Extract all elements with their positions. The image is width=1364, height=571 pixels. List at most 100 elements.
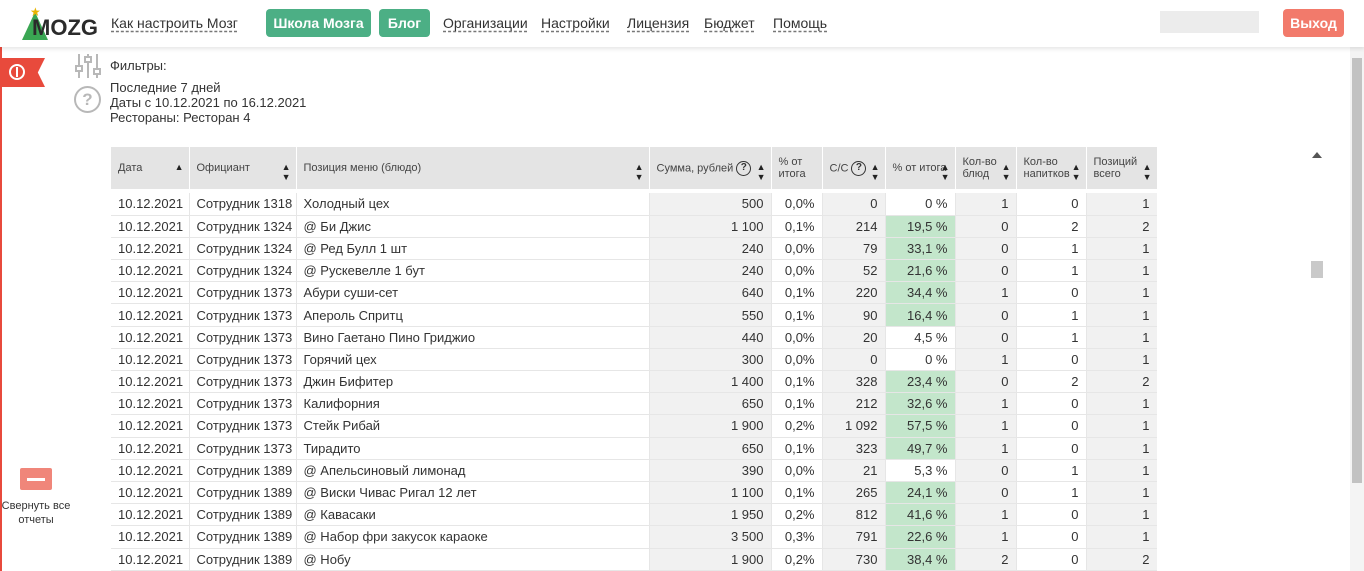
cell-dishes: 1	[955, 525, 1017, 549]
blog-button[interactable]: Блог	[379, 9, 430, 37]
cell-waiter: Сотрудник 1389	[189, 525, 297, 549]
table-row[interactable]: 10.12.2021 Сотрудник 1318 Холодный цех 500 0…	[111, 193, 1157, 216]
col-pct-total-header[interactable]: % от итога	[771, 147, 823, 189]
how-to-setup-link[interactable]: Как настроить Мозг	[111, 15, 238, 31]
cell-waiter: Сотрудник 1324	[189, 259, 297, 283]
cell-cost: 265	[822, 481, 886, 505]
cell-sum: 1 900	[649, 548, 772, 571]
cell-waiter: Сотрудник 1318	[189, 193, 297, 216]
filter-restaurants-value: Ресторан 4	[183, 110, 251, 125]
filter-period-value: Последние 7 дней	[110, 80, 221, 95]
table-row[interactable]: 10.12.2021 Сотрудник 1373 Абури суши-сет 64…	[111, 281, 1157, 305]
table-row[interactable]: 10.12.2021 Сотрудник 1389 @ Виски Чивас Ри…	[111, 481, 1157, 505]
col-positions-header[interactable]: Позиций всего ▲ ▼	[1086, 147, 1157, 189]
cell-waiter: Сотрудник 1373	[189, 348, 297, 372]
cell-sum: 240	[649, 237, 772, 261]
cell-date: 10.12.2021	[111, 525, 190, 549]
cell-pct-cost: 57,5 %	[885, 414, 956, 438]
col-sum-header[interactable]: Сумма, рублей? ▲ ▼	[649, 147, 772, 189]
table-row[interactable]: 10.12.2021 Сотрудник 1324 @ Рускевелле 1 б…	[111, 259, 1157, 283]
help-icon[interactable]: ?	[736, 160, 752, 176]
cell-sum: 500	[649, 193, 772, 216]
col-cost-header[interactable]: С/С? ▲ ▼	[822, 147, 886, 189]
cell-pct-total: 0,3%	[771, 525, 823, 549]
cell-pct-total: 0,0%	[771, 193, 823, 216]
col-item-header[interactable]: Позиция меню (блюдо) ▲ ▼	[296, 147, 650, 189]
cell-sum: 300	[649, 348, 772, 372]
report-table-container[interactable]: Дата ▲ Официант ▲ ▼ Позиция меню (блюдо) ▲ ▼ …	[111, 147, 1157, 571]
filter-sliders-icon[interactable]	[74, 52, 102, 80]
cell-pct-cost: 22,6 %	[885, 525, 956, 549]
help-icon[interactable]: ?	[851, 160, 867, 176]
nav-settings[interactable]: Настройки	[541, 15, 610, 31]
cell-cost: 212	[822, 392, 886, 416]
col-dishes-header[interactable]: Кол-во блюд ▲ ▼	[955, 147, 1017, 189]
cell-cost: 20	[822, 326, 886, 349]
table-scroll-thumb[interactable]	[1311, 261, 1323, 278]
table-row[interactable]: 10.12.2021 Сотрудник 1389 @ Набор фри заку…	[111, 525, 1157, 549]
cell-cost: 791	[822, 525, 886, 549]
table-row[interactable]: 10.12.2021 Сотрудник 1389 @ Нобу 1 900 0,2% 7…	[111, 548, 1157, 571]
col-date-label: Дата	[118, 162, 143, 174]
sort-icon: ▲ ▼	[940, 162, 950, 182]
sort-icon: ▲ ▼	[634, 162, 644, 182]
cell-waiter: Сотрудник 1389	[189, 548, 297, 571]
table-row[interactable]: 10.12.2021 Сотрудник 1324 @ Ред Булл 1 шт 2…	[111, 237, 1157, 261]
table-row[interactable]: 10.12.2021 Сотрудник 1373 Горячий цех 300 0,…	[111, 348, 1157, 372]
cell-sum: 650	[649, 437, 772, 460]
cell-drinks: 0	[1016, 348, 1087, 372]
col-date-header[interactable]: Дата ▲	[111, 147, 190, 189]
mozg-logo[interactable]: ★ MOZG	[18, 6, 98, 42]
brain-ribbon[interactable]	[0, 58, 45, 87]
nav-budget[interactable]: Бюджет	[704, 15, 755, 31]
table-row[interactable]: 10.12.2021 Сотрудник 1373 Вино Гаетано Пин…	[111, 326, 1157, 349]
table-row[interactable]: 10.12.2021 Сотрудник 1373 Стейк Рибай 1 900…	[111, 414, 1157, 438]
cell-pct-total: 0,0%	[771, 326, 823, 349]
cell-drinks: 1	[1016, 259, 1087, 283]
col-pct-cost-header[interactable]: % от итога ▲ ▼	[885, 147, 956, 189]
table-row[interactable]: 10.12.2021 Сотрудник 1389 @ Апельсиновый л…	[111, 459, 1157, 482]
table-scrollbar[interactable]	[1310, 147, 1324, 571]
collapse-all-label[interactable]: Свернуть все отчеты	[0, 499, 72, 527]
nav-help[interactable]: Помощь	[773, 15, 827, 31]
table-row[interactable]: 10.12.2021 Сотрудник 1373 Тирадито 650 0,1% 3…	[111, 437, 1157, 460]
cell-date: 10.12.2021	[111, 503, 190, 527]
col-drinks-header[interactable]: Кол-во напитков ▲ ▼	[1016, 147, 1087, 189]
cell-pct-cost: 19,5 %	[885, 215, 956, 238]
user-name-blurred[interactable]	[1160, 11, 1259, 33]
cell-sum: 440	[649, 326, 772, 349]
cell-pct-cost: 0 %	[885, 348, 956, 372]
col-waiter-header[interactable]: Официант ▲ ▼	[189, 147, 297, 189]
table-row[interactable]: 10.12.2021 Сотрудник 1324 @ Би Джис 1 100 0,…	[111, 215, 1157, 238]
cell-pct-cost: 41,6 %	[885, 503, 956, 527]
collapse-all-button[interactable]	[20, 468, 52, 490]
filter-dates-value: с 10.12.2021 по 16.12.2021	[144, 95, 307, 110]
col-pct-total-label: % от итога	[778, 156, 806, 180]
cell-positions: 1	[1086, 193, 1157, 216]
report-table: Дата ▲ Официант ▲ ▼ Позиция меню (блюдо) ▲ ▼ …	[111, 147, 1157, 571]
logo-text: MOZG	[32, 15, 98, 40]
cell-drinks: 2	[1016, 215, 1087, 238]
school-button[interactable]: Школа Мозга	[266, 9, 371, 37]
scroll-up-arrow-icon[interactable]	[1312, 152, 1322, 158]
cell-drinks: 1	[1016, 237, 1087, 261]
logout-button[interactable]: Выход	[1283, 9, 1344, 37]
table-row[interactable]: 10.12.2021 Сотрудник 1373 Апероль Спритц 55…	[111, 303, 1157, 327]
sort-icon: ▲ ▼	[1142, 162, 1152, 182]
cell-waiter: Сотрудник 1373	[189, 303, 297, 327]
table-row[interactable]: 10.12.2021 Сотрудник 1389 @ Кавасаки 1 950 0…	[111, 503, 1157, 527]
nav-organizations[interactable]: Организации	[443, 15, 528, 31]
cell-pct-total: 0,1%	[771, 303, 823, 327]
cell-pct-total: 0,1%	[771, 481, 823, 505]
table-row[interactable]: 10.12.2021 Сотрудник 1373 Джин Бифитер 1 40…	[111, 370, 1157, 394]
nav-license[interactable]: Лицензия	[627, 15, 689, 31]
help-icon[interactable]: ?	[74, 86, 101, 113]
table-row[interactable]: 10.12.2021 Сотрудник 1373 Калифорния 650 0,1…	[111, 392, 1157, 416]
cell-date: 10.12.2021	[111, 348, 190, 372]
cell-date: 10.12.2021	[111, 392, 190, 416]
page-scroll-thumb[interactable]	[1352, 58, 1362, 483]
cell-pct-cost: 0 %	[885, 193, 956, 216]
table-body: 10.12.2021 Сотрудник 1318 Холодный цех 500 0…	[111, 189, 1157, 571]
cell-positions: 1	[1086, 348, 1157, 372]
cell-cost: 214	[822, 215, 886, 238]
